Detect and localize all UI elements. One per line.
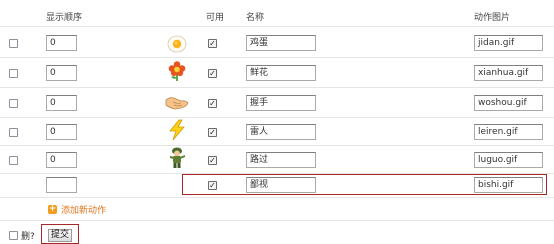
enabled-checkbox[interactable] bbox=[208, 69, 217, 78]
name-input[interactable]: 握手 bbox=[246, 95, 316, 111]
delete-all-checkbox[interactable] bbox=[9, 231, 18, 240]
new-image-input[interactable]: bishi.gif bbox=[474, 177, 543, 193]
image-input[interactable]: xianhua.gif bbox=[474, 65, 543, 81]
handshake-icon bbox=[165, 97, 189, 110]
new-order-input[interactable] bbox=[46, 177, 77, 193]
order-input[interactable]: 0 bbox=[46, 65, 77, 81]
delete-checkbox[interactable] bbox=[9, 69, 18, 78]
divider bbox=[0, 87, 554, 88]
header-enabled: 可用 bbox=[206, 13, 225, 23]
delete-checkbox[interactable] bbox=[9, 39, 18, 48]
delete-label: 删? bbox=[21, 232, 35, 242]
image-input[interactable]: jidan.gif bbox=[474, 35, 543, 51]
divider bbox=[0, 57, 554, 58]
name-input[interactable]: 路过 bbox=[246, 152, 316, 168]
order-input[interactable]: 0 bbox=[46, 95, 77, 111]
plus-icon: + bbox=[48, 204, 57, 214]
divider bbox=[0, 220, 554, 221]
submit-button[interactable]: 提交 bbox=[48, 229, 72, 242]
delete-checkbox[interactable] bbox=[9, 99, 18, 108]
image-input[interactable]: leiren.gif bbox=[474, 124, 543, 140]
header-name: 名称 bbox=[246, 13, 265, 23]
new-enabled-checkbox[interactable] bbox=[208, 181, 217, 190]
add-action-link[interactable]: + 添加新动作 bbox=[48, 203, 106, 216]
order-input[interactable]: 0 bbox=[46, 124, 77, 140]
order-input[interactable]: 0 bbox=[46, 152, 77, 168]
divider bbox=[0, 145, 554, 146]
delete-checkbox[interactable] bbox=[9, 156, 18, 165]
enabled-checkbox[interactable] bbox=[208, 156, 217, 165]
soldier-icon bbox=[169, 147, 186, 168]
enabled-checkbox[interactable] bbox=[208, 128, 217, 137]
name-input[interactable]: 鸡蛋 bbox=[246, 35, 316, 51]
divider bbox=[0, 26, 554, 27]
delete-checkbox[interactable] bbox=[9, 128, 18, 137]
order-input[interactable]: 0 bbox=[46, 35, 77, 51]
flower-icon bbox=[168, 61, 186, 81]
lightning-icon bbox=[169, 119, 185, 141]
header-order: 显示顺序 bbox=[46, 13, 83, 23]
name-input[interactable]: 雷人 bbox=[246, 124, 316, 140]
divider bbox=[0, 197, 554, 198]
divider bbox=[0, 117, 554, 118]
new-name-input[interactable]: 鄙视 bbox=[246, 177, 316, 193]
egg-icon bbox=[167, 35, 187, 53]
image-input[interactable]: woshou.gif bbox=[474, 95, 543, 111]
add-action-label: 添加新动作 bbox=[61, 206, 107, 216]
enabled-checkbox[interactable] bbox=[208, 99, 217, 108]
header-image: 动作图片 bbox=[474, 13, 511, 23]
image-input[interactable]: luguo.gif bbox=[474, 152, 543, 168]
name-input[interactable]: 鲜花 bbox=[246, 65, 316, 81]
enabled-checkbox[interactable] bbox=[208, 39, 217, 48]
